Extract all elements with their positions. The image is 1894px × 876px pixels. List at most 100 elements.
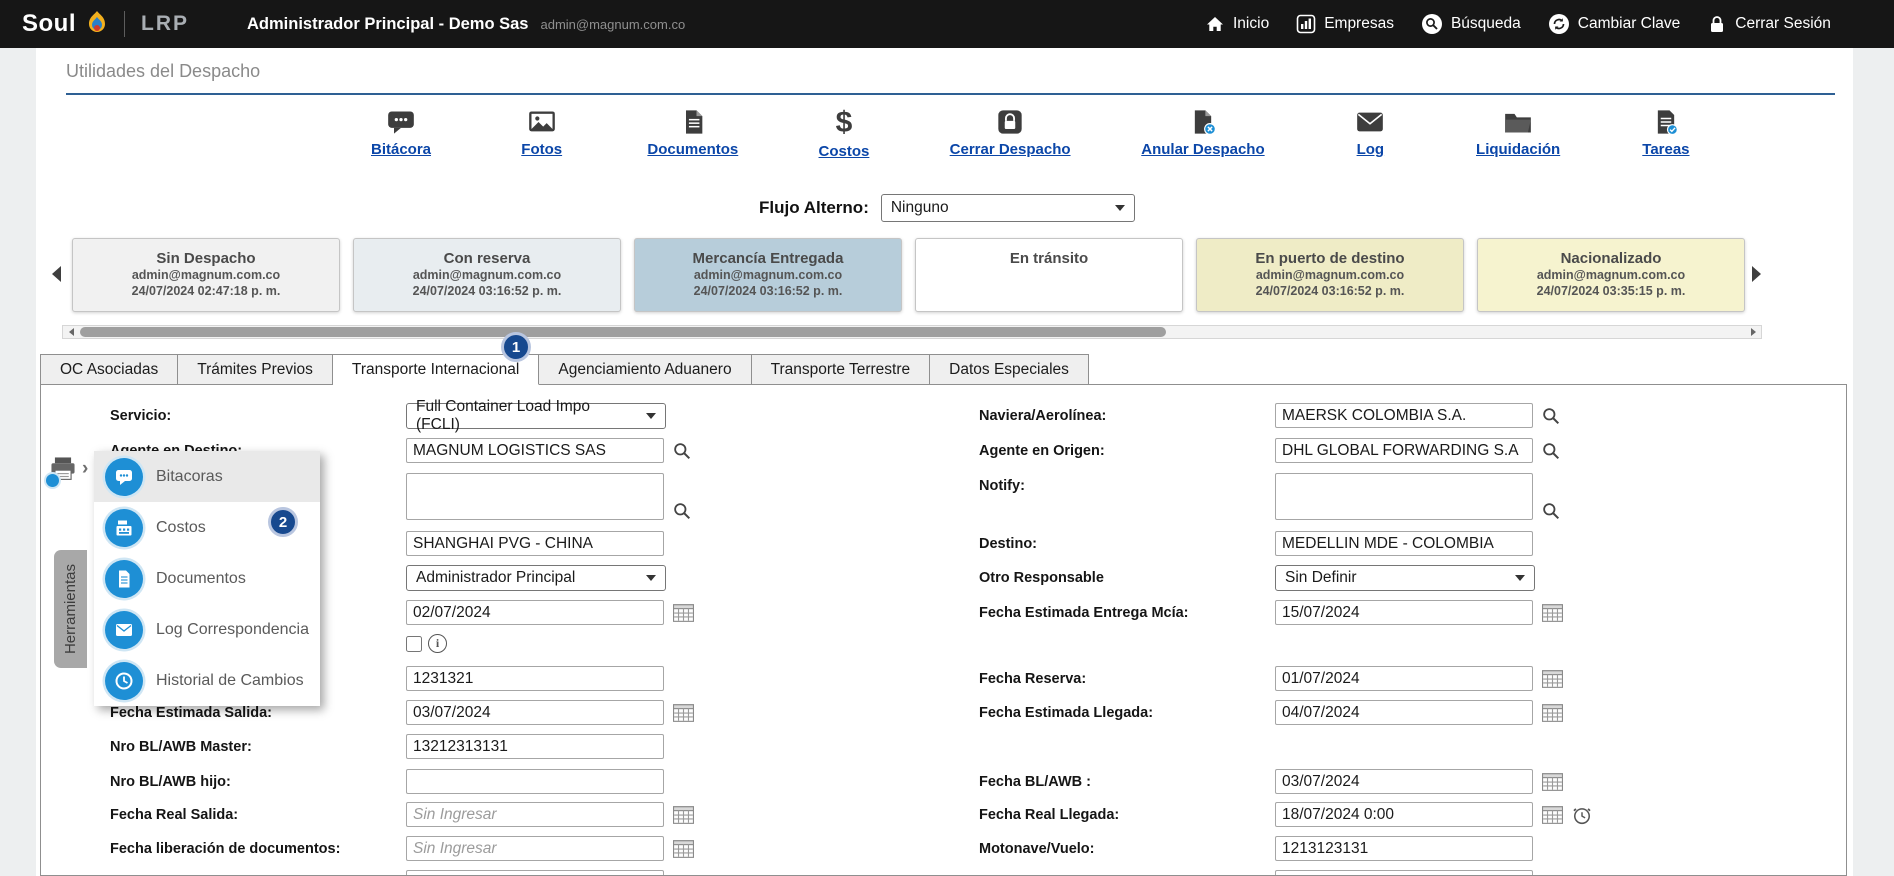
tool-fotos[interactable]: Fotos bbox=[507, 108, 577, 160]
bl-awb-master-input[interactable] bbox=[406, 734, 664, 759]
search-icon[interactable] bbox=[673, 442, 691, 460]
servicio-select[interactable]: Full Container Load Impo (FCLI) bbox=[406, 403, 666, 429]
agente-destino-input[interactable] bbox=[406, 438, 664, 463]
status-card-con-reserva[interactable]: Con reserva admin@magnum.com.co 24/07/20… bbox=[353, 238, 621, 312]
fecha-real-llegada-input[interactable] bbox=[1275, 802, 1533, 827]
status-email: admin@magnum.com.co bbox=[73, 268, 339, 283]
origen-input[interactable] bbox=[406, 531, 664, 556]
cards-next-arrow-icon[interactable] bbox=[1752, 266, 1761, 282]
nav-inicio[interactable]: Inicio bbox=[1205, 14, 1269, 34]
status-date: 24/07/2024 03:35:15 p. m. bbox=[1478, 284, 1744, 299]
calendar-icon[interactable] bbox=[1542, 669, 1563, 688]
tool-tareas[interactable]: Tareas bbox=[1631, 108, 1701, 160]
fecha-reserva-input[interactable] bbox=[1275, 666, 1533, 691]
destino-input[interactable] bbox=[1275, 531, 1533, 556]
alarm-clock-icon[interactable] bbox=[1572, 805, 1592, 825]
scrollbar-right-arrow-icon[interactable] bbox=[1745, 326, 1761, 338]
tab-oc-asociadas[interactable]: OC Asociadas bbox=[40, 354, 178, 385]
nav-empresas[interactable]: Empresas bbox=[1296, 14, 1394, 34]
field-label: Fecha Real Llegada: bbox=[979, 802, 1269, 823]
search-icon[interactable] bbox=[1542, 407, 1560, 425]
recepcion-docs-originales-input[interactable] bbox=[406, 870, 664, 876]
cards-scrollbar[interactable] bbox=[62, 325, 1762, 339]
menu-item-bitacoras[interactable]: Bitacoras bbox=[94, 451, 320, 502]
tool-log[interactable]: Log bbox=[1335, 108, 1405, 160]
fecha-estimada-llegada-input[interactable] bbox=[1275, 700, 1533, 725]
date-input[interactable] bbox=[406, 600, 664, 625]
calendar-icon[interactable] bbox=[673, 703, 694, 722]
menu-item-log-correspondencia[interactable]: Log Correspondencia bbox=[94, 604, 320, 655]
flujo-alterno-row: Flujo Alterno: Ninguno bbox=[759, 194, 1135, 222]
menu-item-documentos[interactable]: Documentos bbox=[94, 553, 320, 604]
status-date: 24/07/2024 03:16:52 p. m. bbox=[635, 284, 901, 299]
fecha-liberacion-docs-input[interactable] bbox=[406, 836, 664, 861]
tab-tramites-previos[interactable]: Trámites Previos bbox=[178, 354, 333, 385]
motonave-vuelo-input[interactable] bbox=[1275, 836, 1533, 861]
tool-documentos[interactable]: Documentos bbox=[647, 108, 738, 160]
status-card-en-puerto-destino[interactable]: En puerto de destino admin@magnum.com.co… bbox=[1196, 238, 1464, 312]
scrollbar-left-arrow-icon[interactable] bbox=[63, 326, 79, 338]
search-icon[interactable] bbox=[1542, 442, 1560, 460]
status-card-sin-despacho[interactable]: Sin Despacho admin@magnum.com.co 24/07/2… bbox=[72, 238, 340, 312]
menu-item-historial-cambios[interactable]: Historial de Cambios bbox=[94, 655, 320, 706]
fecha-estimada-entrega-input[interactable] bbox=[1275, 600, 1533, 625]
user-title: Administrador Principal - Demo Sas bbox=[247, 15, 528, 34]
numero-input[interactable] bbox=[406, 666, 664, 691]
notify-textarea[interactable] bbox=[1275, 473, 1533, 520]
field-label: Naviera/Aerolínea: bbox=[979, 403, 1269, 424]
status-card-en-transito[interactable]: En tránsito bbox=[915, 238, 1183, 312]
tool-label: Fotos bbox=[521, 141, 562, 158]
fecha-bl-awb-input[interactable] bbox=[1275, 769, 1533, 794]
nav-cambiar-clave[interactable]: Cambiar Clave bbox=[1548, 13, 1681, 35]
naviera-input[interactable] bbox=[1275, 403, 1533, 428]
agente-origen-input[interactable] bbox=[1275, 438, 1533, 463]
status-card-mercancia-entregada[interactable]: Mercancía Entregada admin@magnum.com.co … bbox=[634, 238, 902, 312]
flujo-alterno-value: Ninguno bbox=[891, 199, 949, 217]
search-icon[interactable] bbox=[673, 502, 691, 520]
search-icon[interactable] bbox=[1542, 502, 1560, 520]
bl-awb-hijo-input[interactable] bbox=[406, 769, 664, 794]
tool-costos[interactable]: $ Costos bbox=[809, 108, 879, 160]
status-date: 24/07/2024 03:16:52 p. m. bbox=[1197, 284, 1463, 299]
nav-busqueda[interactable]: Búsqueda bbox=[1421, 13, 1521, 35]
document-icon bbox=[676, 108, 710, 136]
tab-agenciamiento-aduanero[interactable]: Agenciamiento Aduanero bbox=[539, 354, 751, 385]
tab-transporte-terrestre[interactable]: Transporte Terrestre bbox=[752, 354, 931, 385]
left-textarea[interactable] bbox=[406, 473, 664, 520]
menu-item-label: Documentos bbox=[156, 570, 246, 588]
calendar-icon[interactable] bbox=[1542, 772, 1563, 791]
calendar-icon[interactable] bbox=[1542, 805, 1563, 824]
photo-icon bbox=[525, 108, 559, 136]
field-label: Fecha BL/AWB : bbox=[979, 769, 1269, 790]
calendar-icon[interactable] bbox=[673, 839, 694, 858]
cards-prev-arrow-icon[interactable] bbox=[52, 266, 61, 282]
responsable-select[interactable]: Administrador Principal bbox=[406, 565, 666, 591]
tool-anular-despacho[interactable]: Anular Despacho bbox=[1141, 108, 1264, 160]
field-label: F. Recepción Docs Originales: bbox=[110, 870, 400, 876]
field-label: Fecha liberación de documentos: bbox=[110, 836, 400, 857]
nav-cerrar-sesion[interactable]: Cerrar Sesión bbox=[1707, 14, 1831, 34]
herramientas-vertical-tab[interactable]: Herramientas bbox=[54, 550, 87, 668]
scrollbar-thumb[interactable] bbox=[80, 327, 1166, 337]
numero-guia-docs-input[interactable] bbox=[1275, 870, 1533, 876]
status-card-nacionalizado[interactable]: Nacionalizado admin@magnum.com.co 24/07/… bbox=[1477, 238, 1745, 312]
companies-chart-icon bbox=[1296, 14, 1316, 34]
calendar-icon[interactable] bbox=[673, 603, 694, 622]
flujo-alterno-select[interactable]: Ninguno bbox=[881, 194, 1135, 222]
calendar-icon[interactable] bbox=[1542, 603, 1563, 622]
fecha-real-salida-input[interactable] bbox=[406, 802, 664, 827]
tool-label: Documentos bbox=[647, 141, 738, 158]
status-title: Con reserva bbox=[354, 250, 620, 267]
otro-responsable-select[interactable]: Sin Definir bbox=[1275, 565, 1535, 591]
field-label: Servicio: bbox=[110, 403, 400, 424]
calendar-icon[interactable] bbox=[673, 805, 694, 824]
chevron-down-icon bbox=[1515, 575, 1525, 581]
tool-liquidacion[interactable]: Liquidación bbox=[1476, 108, 1560, 160]
tool-cerrar-despacho[interactable]: Cerrar Despacho bbox=[950, 108, 1071, 160]
checkbox[interactable] bbox=[406, 636, 422, 652]
info-icon[interactable]: i bbox=[428, 634, 447, 653]
fecha-estimada-salida-input[interactable] bbox=[406, 700, 664, 725]
tool-bitacora[interactable]: Bitácora bbox=[366, 108, 436, 160]
calendar-icon[interactable] bbox=[1542, 703, 1563, 722]
tab-datos-especiales[interactable]: Datos Especiales bbox=[930, 354, 1089, 385]
